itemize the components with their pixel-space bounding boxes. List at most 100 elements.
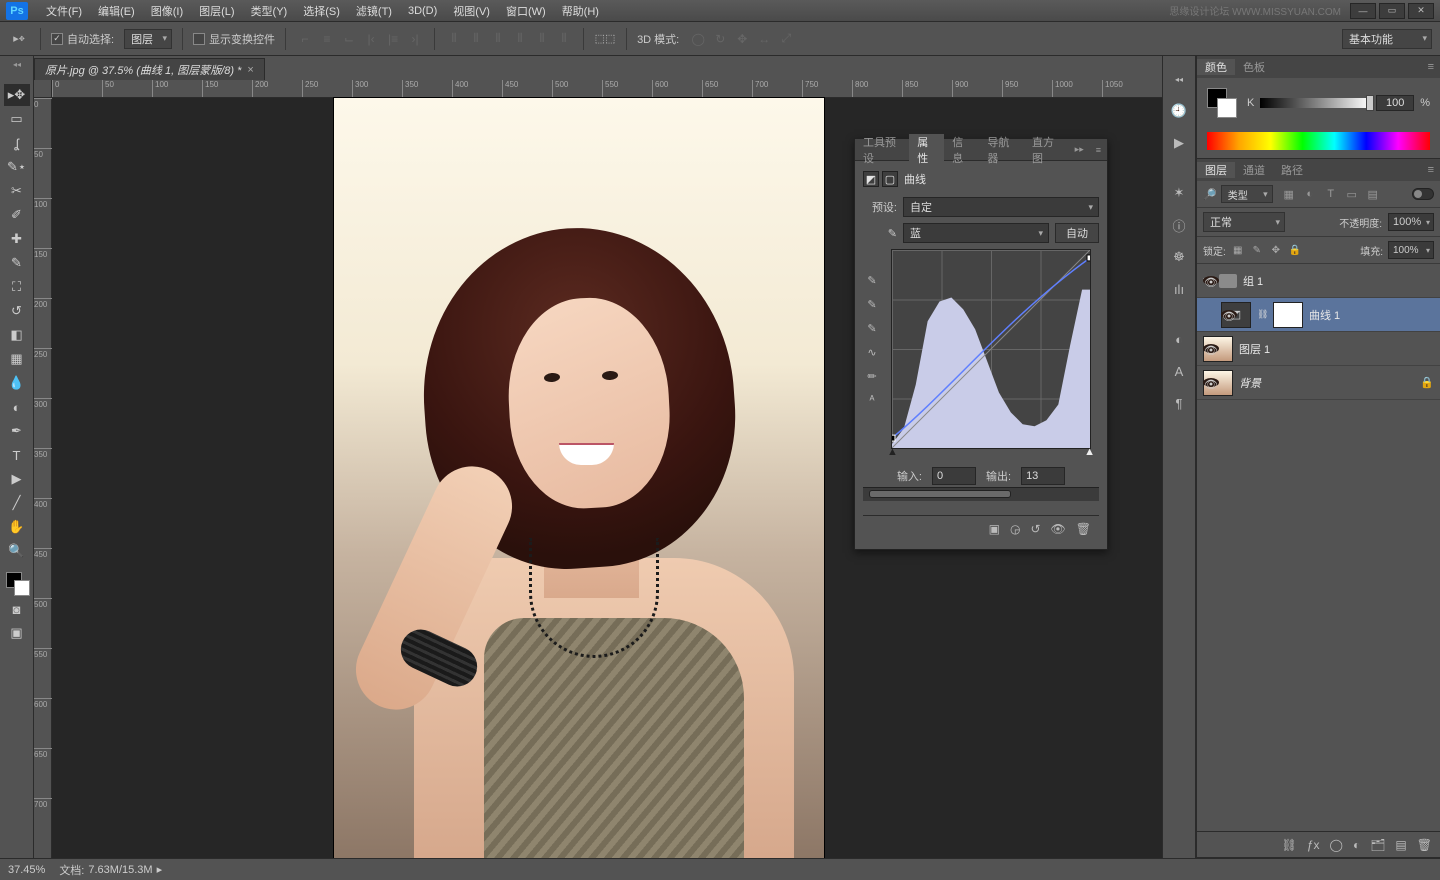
dodge-tool[interactable]: ◐ — [4, 396, 30, 418]
mask-link-icon[interactable]: ⛓ — [1257, 309, 1267, 320]
clip-to-layer-icon[interactable]: ▣ — [989, 522, 1000, 536]
k-value-field[interactable] — [1376, 95, 1414, 111]
visibility-toggle[interactable]: 👁 — [1203, 344, 1219, 353]
k-slider[interactable] — [1260, 98, 1370, 108]
filter-shape-icon[interactable]: ▭ — [1344, 186, 1360, 202]
pan3d-icon[interactable]: ✥ — [733, 30, 751, 48]
layer-name[interactable]: 曲线 1 — [1309, 307, 1340, 323]
vertical-ruler[interactable]: 0501001502002503003504004505005506006507… — [34, 98, 52, 858]
auto-align-icon[interactable]: ⬚⬚ — [594, 28, 616, 50]
visibility-toggle[interactable]: 👁 — [1203, 276, 1219, 285]
layer-filter-dropdown[interactable]: 类型 — [1221, 185, 1273, 203]
layer-mask-thumb[interactable] — [1273, 302, 1303, 328]
auto-button[interactable]: 自动 — [1055, 223, 1099, 243]
channel-dropdown[interactable]: 蓝 — [903, 223, 1049, 243]
move-tool[interactable]: ▸✥ — [4, 84, 30, 106]
auto-select-target-dropdown[interactable]: 图层 — [124, 29, 172, 49]
black-slider-icon[interactable]: ▲ — [887, 446, 898, 458]
lasso-tool[interactable]: ʆ — [4, 132, 30, 154]
layer-row-background[interactable]: 👁 背景 🔒 — [1197, 366, 1440, 400]
menu-type[interactable]: 类型(Y) — [243, 3, 296, 19]
menu-help[interactable]: 帮助(H) — [554, 3, 607, 19]
add-mask-icon[interactable]: ◯ — [1330, 838, 1343, 852]
line-tool[interactable]: ╱ — [4, 492, 30, 514]
layer-row-group[interactable]: 👁 ▾ 组 1 — [1197, 264, 1440, 298]
distribute-hcenter-icon[interactable]: ⫴ — [533, 30, 551, 48]
white-slider-icon[interactable]: ▲ — [1084, 446, 1095, 458]
properties-scrollbar[interactable] — [863, 487, 1099, 501]
filter-toggle[interactable] — [1412, 188, 1434, 200]
tab-paths[interactable]: 路径 — [1273, 162, 1311, 178]
layers-panel-menu-icon[interactable]: ≡ — [1422, 164, 1440, 176]
roll3d-icon[interactable]: ↻ — [711, 30, 729, 48]
doc-size-readout[interactable]: 文档: 7.63M/15.3M ▸ — [59, 862, 162, 878]
input-value-field[interactable] — [932, 467, 976, 485]
curve-smooth-icon[interactable]: ᴬ — [861, 391, 883, 409]
eyedropper-black-icon[interactable]: ✎ — [861, 271, 883, 289]
panel-collapse-icon[interactable]: ▸▸ — [1069, 144, 1090, 155]
view-previous-icon[interactable]: ◶ — [1010, 522, 1020, 536]
curve-point-low[interactable] — [892, 435, 895, 441]
layer-name[interactable]: 组 1 — [1243, 273, 1263, 289]
new-group-icon[interactable]: 🗂 — [1370, 838, 1385, 852]
distribute-bottom-icon[interactable]: ⫴ — [489, 30, 507, 48]
distribute-top-icon[interactable]: ⫴ — [445, 30, 463, 48]
quick-select-tool[interactable]: ✎⋆ — [4, 156, 30, 178]
panel-menu-icon[interactable]: ≡ — [1090, 145, 1107, 155]
visibility-toggle[interactable]: 👁 — [1203, 378, 1219, 387]
background-swatch[interactable] — [14, 580, 30, 596]
tab-channels[interactable]: 通道 — [1235, 162, 1273, 178]
hand-tool[interactable]: ✋ — [4, 516, 30, 538]
layer-row-layer1[interactable]: 👁 图层 1 — [1197, 332, 1440, 366]
layer-name[interactable]: 图层 1 — [1239, 341, 1270, 357]
ruler-origin[interactable] — [34, 80, 52, 98]
filter-adjust-icon[interactable]: ◐ — [1302, 186, 1318, 202]
tab-color[interactable]: 颜色 — [1197, 59, 1235, 75]
channel-hand-icon[interactable]: ✎ — [863, 227, 897, 240]
opacity-field[interactable]: 100% — [1388, 213, 1434, 231]
curve-draw-icon[interactable]: ✏ — [861, 367, 883, 385]
lock-all-icon[interactable]: 🔒 — [1288, 243, 1302, 257]
styles-panel-icon[interactable]: ☸ — [1167, 246, 1191, 268]
character-panel-icon[interactable]: A — [1167, 360, 1191, 382]
gradient-tool[interactable]: ▦ — [4, 348, 30, 370]
visibility-toggle[interactable]: 👁 — [1221, 310, 1237, 319]
menu-select[interactable]: 选择(S) — [295, 3, 348, 19]
layer-fx-icon[interactable]: ƒx — [1307, 838, 1320, 852]
show-transform-checkbox[interactable]: 显示变换控件 — [193, 31, 275, 47]
eyedropper-gray-icon[interactable]: ✎ — [861, 295, 883, 313]
menu-filter[interactable]: 滤镜(T) — [348, 3, 400, 19]
delete-layer-icon[interactable]: 🗑 — [1417, 838, 1432, 852]
window-maximize-button[interactable]: ▭ — [1379, 3, 1405, 19]
eyedropper-tool[interactable]: ✐ — [4, 204, 30, 226]
healing-brush-tool[interactable]: ✚ — [4, 228, 30, 250]
blur-tool[interactable]: 💧 — [4, 372, 30, 394]
distribute-vcenter-icon[interactable]: ⫴ — [467, 30, 485, 48]
brush-panel-icon[interactable]: ılı — [1167, 278, 1191, 300]
k-slider-thumb[interactable] — [1366, 95, 1374, 111]
bg-swatch[interactable] — [1217, 98, 1237, 118]
move-tool-indicator-icon[interactable]: ▸✥ — [8, 28, 30, 50]
properties-panel[interactable]: 工具预设 属性 信息 导航器 直方图 ▸▸ ≡ ◩▢ 曲线 预设: 自定 ✎ 蓝… — [854, 138, 1108, 550]
toggle-visibility-icon[interactable]: 👁 — [1051, 522, 1066, 536]
curves-graph[interactable]: ▲ ▲ — [891, 249, 1091, 449]
align-vcenter-icon[interactable]: ≡ — [318, 30, 336, 48]
adjust-panel-icon[interactable]: ◐ — [1167, 328, 1191, 350]
document-tab[interactable]: 原片.jpg @ 37.5% (曲线 1, 图层蒙版/8) * × — [34, 58, 265, 80]
path-select-tool[interactable]: ▶ — [4, 468, 30, 490]
filter-type-icon[interactable]: T — [1323, 186, 1339, 202]
reset-icon[interactable]: ↺ — [1030, 522, 1040, 536]
curve-point-icon[interactable]: ∿ — [861, 343, 883, 361]
doc-size-menu-icon[interactable]: ▸ — [157, 863, 163, 876]
filter-search-icon[interactable]: 🔎 — [1203, 188, 1217, 201]
screenmode-toggle[interactable]: ▣ — [4, 622, 30, 644]
tab-swatches[interactable]: 色板 — [1235, 59, 1273, 75]
align-top-icon[interactable]: ⌐ — [296, 30, 314, 48]
new-layer-icon[interactable]: ▤ — [1395, 838, 1406, 852]
menu-3d[interactable]: 3D(D) — [400, 5, 445, 17]
zoom-readout[interactable]: 37.45% — [8, 864, 45, 876]
preset-dropdown[interactable]: 自定 — [903, 197, 1099, 217]
align-right-icon[interactable]: ›| — [406, 30, 424, 48]
paragraph-panel-icon[interactable]: ¶ — [1167, 392, 1191, 414]
align-hcenter-icon[interactable]: |≡ — [384, 30, 402, 48]
